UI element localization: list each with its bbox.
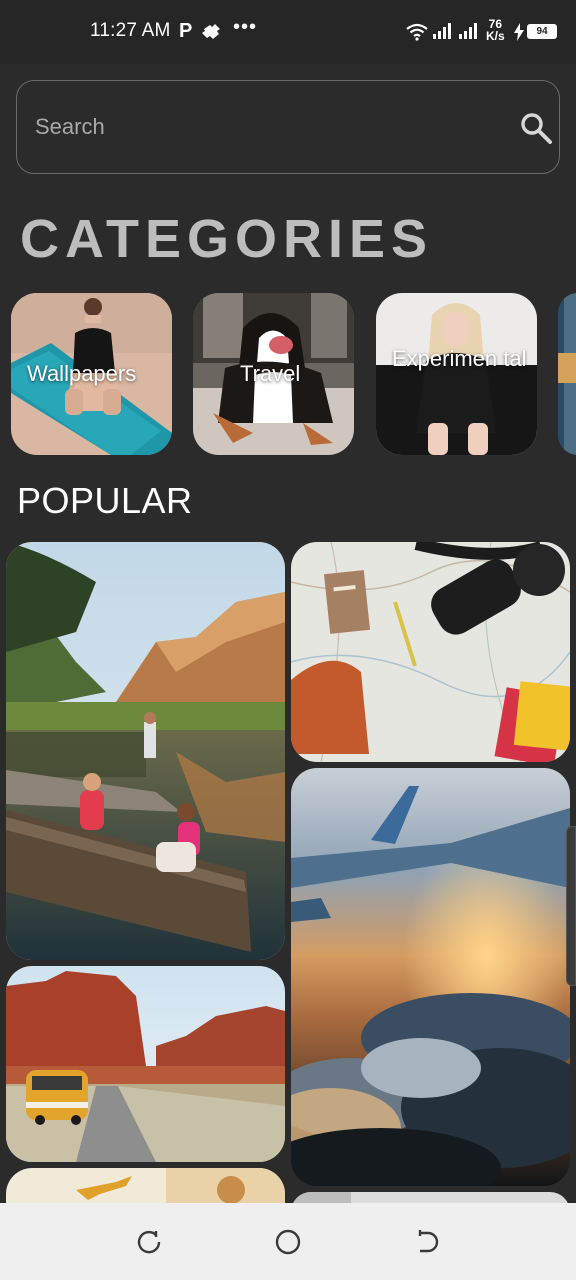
categories-heading: CATEGORIES — [20, 209, 434, 269]
signal-strength-icon — [433, 23, 451, 39]
system-navigation-bar — [0, 1203, 576, 1280]
network-speed-unit: K/s — [486, 29, 505, 43]
category-image-partial — [558, 293, 576, 455]
category-card-travel[interactable]: Travel — [193, 293, 354, 455]
popular-photo-map-flatlay[interactable] — [291, 542, 570, 762]
search-input[interactable] — [35, 109, 475, 145]
battery-icon: 94 — [527, 24, 557, 39]
wifi-icon — [406, 23, 428, 41]
photo-map-image — [291, 542, 570, 762]
photo-yosemite-image — [6, 542, 285, 960]
home-icon[interactable] — [273, 1227, 303, 1257]
recent-apps-icon[interactable] — [134, 1227, 164, 1257]
back-icon[interactable] — [412, 1227, 442, 1257]
search-bar[interactable] — [16, 80, 560, 174]
app-screen: 11:27 AM P ••• 76 K/s 94 Search CATEGORI… — [0, 0, 576, 1280]
category-card-partial[interactable] — [558, 293, 576, 455]
category-label-travel: Travel — [240, 361, 301, 386]
popular-heading: POPULAR — [17, 480, 193, 521]
category-card-wallpapers[interactable]: Wallpapers — [11, 293, 172, 455]
popular-photo-yosemite[interactable] — [6, 542, 285, 960]
parking-notification-icon: P — [179, 20, 193, 42]
category-card-experimental[interactable]: Experimen tal — [376, 293, 537, 455]
more-notifications-icon: ••• — [233, 16, 258, 38]
category-label-wallpapers: Wallpapers — [27, 361, 137, 386]
popular-photo-airplane-sunset[interactable] — [291, 768, 570, 1186]
puzzle-icon — [202, 24, 220, 39]
status-bar: 11:27 AM P ••• 76 K/s 94 — [0, 0, 576, 64]
signal-strength-icon-2 — [459, 23, 477, 39]
network-speed: 76 K/s — [486, 18, 505, 42]
category-image-experimental — [376, 293, 537, 455]
popular-photo-desert-van[interactable] — [6, 966, 285, 1162]
category-label-experimental: Experimen tal — [392, 346, 527, 371]
search-icon[interactable] — [519, 111, 553, 145]
status-time: 11:27 AM — [90, 20, 171, 41]
scroll-handle[interactable] — [566, 826, 576, 986]
photo-airplane-image — [291, 768, 570, 1186]
charging-bolt-icon — [514, 23, 524, 41]
photo-desert-image — [6, 966, 285, 1162]
